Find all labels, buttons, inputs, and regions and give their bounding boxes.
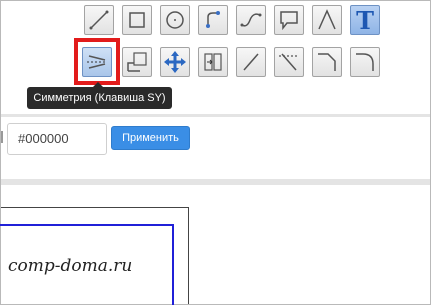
color-hex-input[interactable]: #000000	[7, 123, 107, 155]
highlight-frame	[74, 38, 120, 85]
callout-tool-icon	[280, 11, 298, 31]
rotate-tool-icon	[127, 52, 147, 72]
spline-tool-icon	[240, 13, 262, 27]
align-tool-button[interactable]	[198, 47, 228, 77]
drawing-toolbar: T	[1, 1, 430, 89]
curve-tool-icon	[206, 11, 220, 28]
rectangle-tool-button[interactable]	[122, 5, 152, 35]
move-tool-icon	[164, 51, 186, 73]
arc-corner-tool-icon	[356, 53, 374, 71]
divider	[1, 114, 430, 117]
panel-edge	[1, 131, 4, 143]
curve-tool-button[interactable]	[198, 5, 228, 35]
diagonal-line-tool-button[interactable]	[236, 47, 266, 77]
circle-tool-button[interactable]	[160, 5, 190, 35]
spline-tool-button[interactable]	[236, 5, 266, 35]
color-panel: #000000 Применить	[1, 119, 430, 179]
rectangle-tool-icon	[129, 12, 145, 28]
diagonal-line-tool-icon	[243, 53, 259, 71]
line-tool-button[interactable]	[84, 5, 114, 35]
angle-tool-button[interactable]	[312, 5, 342, 35]
callout-tool-button[interactable]	[274, 5, 304, 35]
arc-corner-tool-button[interactable]	[350, 47, 380, 77]
rotate-tool-button[interactable]	[122, 47, 152, 77]
tooltip: Симметрия (Клавиша SY)	[27, 82, 172, 109]
cross-line-tool-button[interactable]	[274, 47, 304, 77]
corner-tool-button[interactable]	[312, 47, 342, 77]
apply-button[interactable]: Применить	[111, 126, 190, 150]
angle-tool-icon	[318, 9, 336, 30]
move-tool-button[interactable]	[160, 47, 190, 77]
watermark: comp-doma.ru	[8, 256, 133, 276]
text-tool-icon: T	[356, 5, 374, 35]
text-tool-button[interactable]: T	[350, 5, 380, 35]
align-tool-icon	[204, 53, 222, 71]
line-tool-icon	[89, 10, 109, 30]
circle-tool-icon	[166, 11, 184, 29]
corner-tool-icon	[318, 53, 336, 71]
cross-line-tool-icon	[279, 53, 299, 71]
divider	[1, 179, 430, 185]
